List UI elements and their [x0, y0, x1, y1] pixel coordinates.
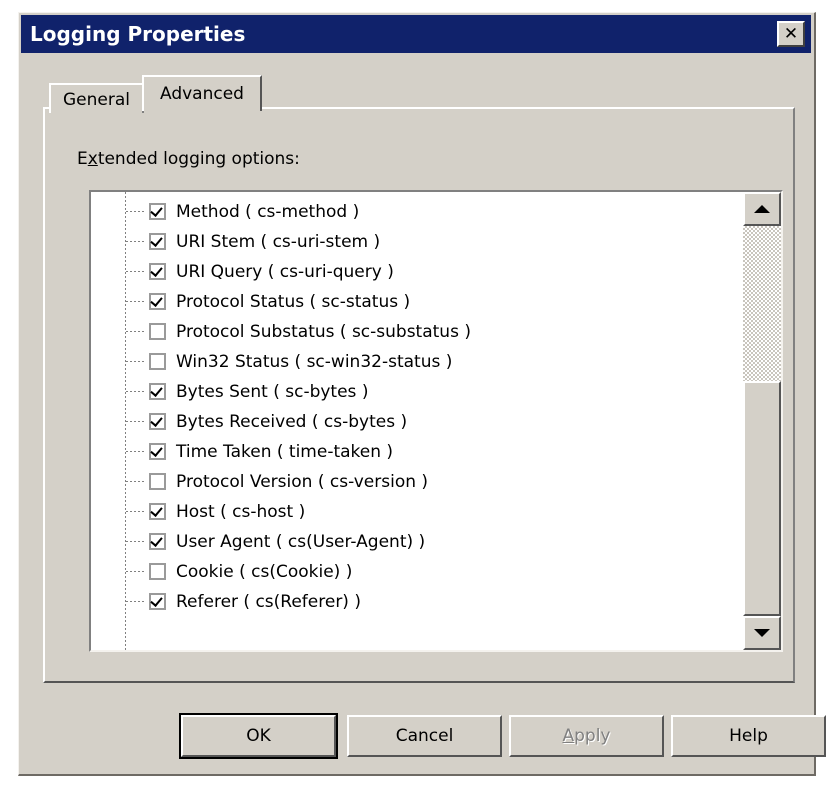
- list-item-label: Cookie ( cs(Cookie) ): [176, 562, 353, 582]
- checkbox-checked-icon[interactable]: [149, 383, 166, 400]
- dialog-button-bar: OK Cancel Apply Help: [19, 709, 826, 769]
- tree-connector-line: [126, 421, 146, 422]
- list-item[interactable]: Bytes Sent ( sc-bytes ): [91, 377, 743, 407]
- tab-advanced[interactable]: Advanced: [142, 75, 262, 111]
- cancel-button[interactable]: Cancel: [347, 715, 502, 757]
- list-scrollbar[interactable]: [743, 192, 781, 650]
- checkbox-unchecked-icon[interactable]: [149, 353, 166, 370]
- tree-connector-line: [126, 571, 146, 572]
- list-item-label: Host ( cs-host ): [176, 502, 306, 522]
- tree-connector-line: [126, 601, 146, 602]
- checkbox-unchecked-icon[interactable]: [149, 563, 166, 580]
- label-suffix: tended logging options:: [97, 149, 300, 169]
- checkbox-checked-icon[interactable]: [149, 263, 166, 280]
- scroll-down-icon[interactable]: [743, 616, 781, 650]
- list-item[interactable]: User Agent ( cs(User-Agent) ): [91, 527, 743, 557]
- list-item[interactable]: Referer ( cs(Referer) ): [91, 587, 743, 617]
- list-item[interactable]: Method ( cs-method ): [91, 197, 743, 227]
- arrow-down-glyph: [754, 629, 770, 637]
- list-item[interactable]: Win32 Status ( sc-win32-status ): [91, 347, 743, 377]
- list-item-label: User Agent ( cs(User-Agent) ): [176, 532, 426, 552]
- checkbox-checked-icon[interactable]: [149, 293, 166, 310]
- extended-logging-options-label: Extended logging options:: [77, 149, 300, 169]
- list-item[interactable]: Protocol Substatus ( sc-substatus ): [91, 317, 743, 347]
- apply-accelerator: A: [562, 726, 575, 746]
- list-item-label: Protocol Substatus ( sc-substatus ): [176, 322, 471, 342]
- tree-connector-line: [126, 331, 146, 332]
- tree-connector-line: [126, 301, 146, 302]
- label-accelerator: x: [87, 149, 98, 169]
- checkbox-checked-icon[interactable]: [149, 443, 166, 460]
- ok-button[interactable]: OK: [179, 713, 338, 759]
- window-title: Logging Properties: [30, 22, 246, 46]
- tree-connector-line: [126, 211, 146, 212]
- arrow-up-glyph: [754, 205, 770, 213]
- tab-strip: General Advanced: [49, 75, 262, 113]
- list-item-label: URI Stem ( cs-uri-stem ): [176, 232, 381, 252]
- apply-label-rest: pply: [574, 726, 611, 746]
- close-glyph: ✕: [783, 23, 799, 44]
- list-item-label: Bytes Sent ( sc-bytes ): [176, 382, 369, 402]
- checkbox-checked-icon[interactable]: [149, 413, 166, 430]
- scroll-up-icon[interactable]: [743, 192, 781, 226]
- list-item-label: Protocol Status ( sc-status ): [176, 292, 411, 312]
- checkbox-unchecked-icon[interactable]: [149, 323, 166, 340]
- list-item[interactable]: Cookie ( cs(Cookie) ): [91, 557, 743, 587]
- tab-general[interactable]: General: [49, 83, 144, 113]
- tree-connector-line: [126, 361, 146, 362]
- list-item-label: Win32 Status ( sc-win32-status ): [176, 352, 453, 372]
- list-item-label: Time Taken ( time-taken ): [176, 442, 394, 462]
- scrollbar-thumb[interactable]: [743, 381, 781, 616]
- tree-connector-line: [126, 451, 146, 452]
- checkbox-unchecked-icon[interactable]: [149, 473, 166, 490]
- list-item-label: Bytes Received ( cs-bytes ): [176, 412, 408, 432]
- checkbox-checked-icon[interactable]: [149, 593, 166, 610]
- list-item[interactable]: Protocol Version ( cs-version ): [91, 467, 743, 497]
- list-inner: Method ( cs-method ) URI Stem ( cs-uri-st…: [91, 192, 743, 650]
- checkbox-checked-icon[interactable]: [149, 203, 166, 220]
- list-item[interactable]: Time Taken ( time-taken ): [91, 437, 743, 467]
- list-item-label: URI Query ( cs-uri-query ): [176, 262, 394, 282]
- tree-connector-line: [126, 511, 146, 512]
- extended-logging-options-list[interactable]: Method ( cs-method ) URI Stem ( cs-uri-st…: [89, 190, 783, 652]
- list-item[interactable]: URI Query ( cs-uri-query ): [91, 257, 743, 287]
- tree-connector-line: [126, 271, 146, 272]
- list-item-label: Method ( cs-method ): [176, 202, 360, 222]
- checkbox-checked-icon[interactable]: [149, 503, 166, 520]
- list-item-label: Protocol Version ( cs-version ): [176, 472, 429, 492]
- tree-connector-line: [126, 541, 146, 542]
- tree-connector-line: [126, 241, 146, 242]
- list-item[interactable]: Protocol Status ( sc-status ): [91, 287, 743, 317]
- list-item[interactable]: Host ( cs-host ): [91, 497, 743, 527]
- list-item[interactable]: Bytes Received ( cs-bytes ): [91, 407, 743, 437]
- help-button[interactable]: Help: [671, 715, 826, 757]
- checkbox-checked-icon[interactable]: [149, 233, 166, 250]
- tree-connector-line: [126, 481, 146, 482]
- apply-button: Apply: [509, 715, 664, 757]
- checkbox-checked-icon[interactable]: [149, 533, 166, 550]
- tree-connector-line: [126, 391, 146, 392]
- close-icon[interactable]: ✕: [777, 21, 805, 47]
- scrollbar-track[interactable]: [743, 226, 781, 616]
- logging-properties-dialog: Logging Properties ✕ General Advanced Ex…: [18, 12, 826, 776]
- list-item-label: Referer ( cs(Referer) ): [176, 592, 361, 612]
- label-prefix: E: [77, 149, 88, 169]
- list-item[interactable]: URI Stem ( cs-uri-stem ): [91, 227, 743, 257]
- title-bar: Logging Properties ✕: [21, 15, 811, 53]
